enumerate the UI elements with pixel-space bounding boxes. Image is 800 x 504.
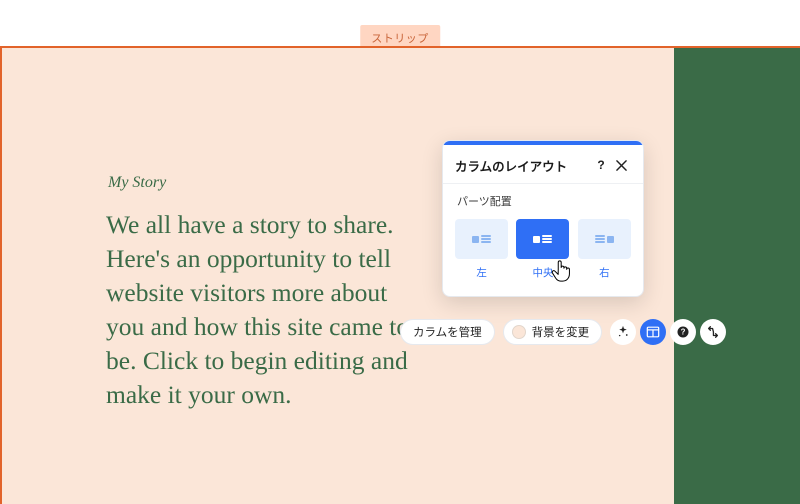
align-option-right[interactable]: 右 (578, 219, 631, 280)
strip-section: My Story We all have a story to share. H… (0, 46, 800, 504)
align-option-label: 左 (476, 265, 487, 280)
column-right[interactable] (674, 48, 800, 504)
background-swatch-icon (512, 325, 526, 339)
sparkle-icon (616, 325, 630, 339)
column-layout-popover: カラムのレイアウト ? パーツ配置 左 中央 右 (442, 140, 644, 297)
strip-action-bar: カラムを管理 背景を変更 ? (400, 319, 726, 345)
popover-section-label: パーツ配置 (443, 184, 643, 219)
change-background-button[interactable]: 背景を変更 (503, 319, 603, 345)
close-icon[interactable] (611, 155, 631, 175)
svg-text:?: ? (681, 328, 686, 337)
stretch-button[interactable] (700, 319, 726, 345)
change-background-label: 背景を変更 (532, 324, 590, 340)
question-circle-icon: ? (676, 325, 690, 339)
align-option-label: 中央 (532, 265, 553, 280)
section-body-text[interactable]: We all have a story to share. Here's an … (106, 208, 426, 411)
help-icon[interactable]: ? (591, 155, 611, 175)
help-button[interactable]: ? (670, 319, 696, 345)
animation-button[interactable] (610, 319, 636, 345)
align-option-label: 右 (599, 265, 610, 280)
stretch-icon (706, 325, 720, 339)
align-option-center[interactable]: 中央 (516, 219, 569, 280)
popover-title: カラムのレイアウト (455, 156, 591, 175)
align-option-left[interactable]: 左 (455, 219, 508, 280)
manage-columns-button[interactable]: カラムを管理 (400, 319, 495, 345)
layout-button[interactable] (640, 319, 666, 345)
layout-columns-icon (646, 325, 660, 339)
section-heading[interactable]: My Story (108, 174, 166, 192)
